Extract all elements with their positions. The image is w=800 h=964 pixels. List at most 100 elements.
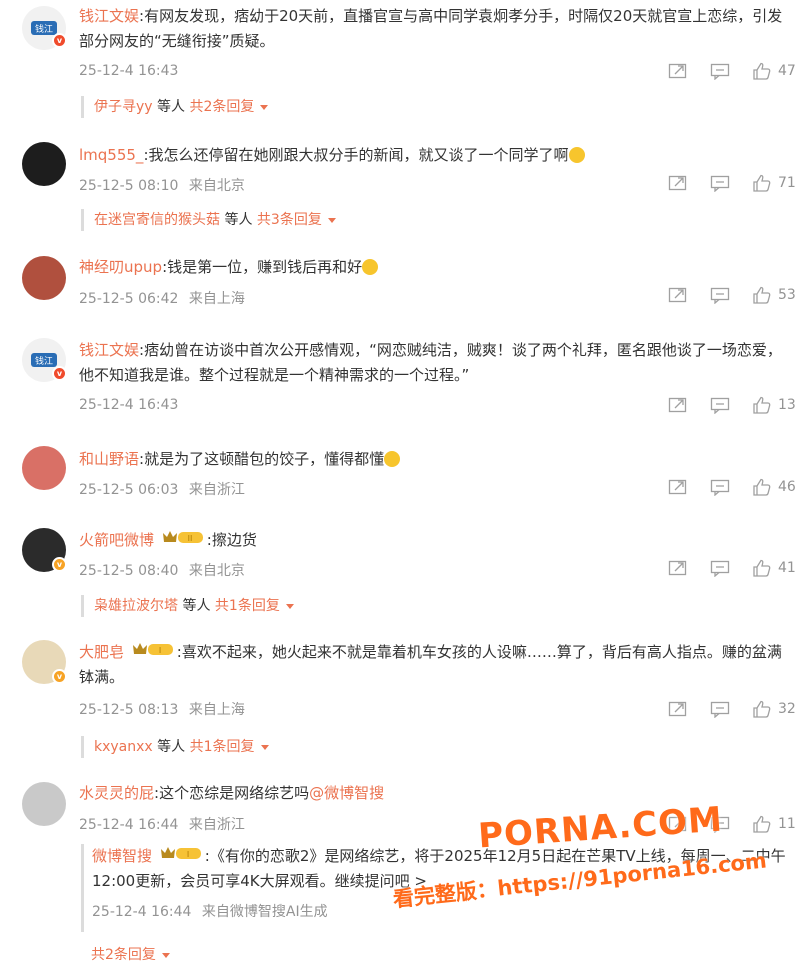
- like-count: 13: [778, 397, 796, 413]
- verified-badge-icon: v: [52, 669, 67, 684]
- like-icon: [752, 396, 772, 414]
- like-icon: [752, 286, 772, 304]
- comment-time: 25-12-4 16:43: [79, 397, 179, 413]
- username-link[interactable]: 水灵灵的屁: [79, 784, 154, 802]
- like-icon: [752, 478, 772, 496]
- like-button[interactable]: 47: [752, 60, 796, 82]
- like-icon: [752, 174, 772, 192]
- laughing-emoji-icon: [568, 146, 585, 163]
- comment-text: :这个恋综是网络综艺吗: [154, 784, 310, 802]
- reply-location: 来自微博智搜AI生成: [201, 904, 328, 920]
- crown-badge-icon: II: [161, 528, 205, 553]
- comment-time: 25-12-4 16:43: [79, 63, 179, 79]
- like-button[interactable]: 46: [752, 476, 796, 498]
- chevron-down-icon: [285, 603, 294, 609]
- svg-text:钱江: 钱江: [35, 355, 53, 367]
- comment-text: :痞幼曾在访谈中首次公开感情观，“网恋贼纯洁，贼爽！谈了两个礼拜，匿名跟他谈了一…: [79, 341, 782, 384]
- username-link[interactable]: 钱江文娱: [79, 341, 139, 359]
- comment-icon[interactable]: [710, 394, 730, 416]
- avatar[interactable]: [22, 256, 66, 300]
- chevron-down-icon: [161, 952, 170, 958]
- share-icon[interactable]: [668, 172, 688, 194]
- like-count: 32: [778, 701, 796, 717]
- avatar[interactable]: [22, 142, 66, 186]
- chevron-down-icon: [260, 104, 269, 110]
- crying-emoji-icon: [384, 450, 401, 467]
- comment-location: 来自浙江: [188, 482, 245, 498]
- like-count: 47: [778, 63, 796, 79]
- username-link[interactable]: 火箭吧微博: [79, 531, 154, 549]
- comment-time: 25-12-4 16:44: [79, 817, 179, 833]
- reply-summary[interactable]: 在迷宫寄信的猴头菇 等人 共3条回复: [81, 209, 336, 231]
- comment-location: 来自浙江: [188, 817, 245, 833]
- like-count: 41: [778, 560, 796, 576]
- like-count: 46: [778, 479, 796, 495]
- like-button[interactable]: 13: [752, 394, 796, 416]
- share-icon[interactable]: [668, 476, 688, 498]
- crown-badge-icon: I: [131, 640, 175, 665]
- comment-text: :我怎么还停留在她刚跟大叔分手的新闻，就又谈了一个同学了啊: [143, 146, 569, 164]
- reply-time: 25-12-4 16:44: [92, 904, 192, 920]
- more-replies-link[interactable]: 共2条回复: [81, 944, 170, 964]
- mention-link[interactable]: @微博智搜: [309, 784, 384, 802]
- like-button[interactable]: 53: [752, 284, 796, 306]
- comment-icon[interactable]: [710, 284, 730, 306]
- comment-icon[interactable]: [710, 476, 730, 498]
- reply-summary[interactable]: kxyanxx 等人 共1条回复: [81, 736, 269, 758]
- avatar[interactable]: [22, 782, 66, 826]
- crown-badge-icon: I: [159, 844, 203, 869]
- comment-location: 来自上海: [188, 702, 245, 718]
- comment-icon[interactable]: [710, 698, 730, 720]
- like-button[interactable]: 11: [752, 813, 796, 835]
- share-icon[interactable]: [668, 394, 688, 416]
- comment-icon[interactable]: [710, 172, 730, 194]
- comment-actions: 71: [668, 172, 798, 194]
- comment-time: 25-12-5 06:42: [79, 291, 179, 307]
- comment-text: :有网友发现，痞幼于20天前，直播官宣与高中同学袁炯孝分手，时隔仅20天就官宣上…: [79, 7, 783, 50]
- like-button[interactable]: 32: [752, 698, 796, 720]
- like-button[interactable]: 71: [752, 172, 796, 194]
- reply-summary[interactable]: 枭雄拉波尔塔 等人 共1条回复: [81, 595, 294, 617]
- comment-text: :钱是第一位，赚到钱后再和好: [162, 258, 363, 276]
- verified-badge-icon: v: [52, 557, 67, 572]
- like-icon: [752, 700, 772, 718]
- comment-location: 来自北京: [188, 563, 245, 579]
- like-button[interactable]: 41: [752, 557, 796, 579]
- comment-actions: 46: [668, 476, 798, 498]
- comment-time: 25-12-5 08:10: [79, 178, 179, 194]
- share-icon[interactable]: [668, 284, 688, 306]
- comment-time: 25-12-5 08:40: [79, 563, 179, 579]
- username-link[interactable]: 微博智搜: [92, 847, 152, 865]
- comment-actions: 32: [668, 698, 798, 720]
- verified-badge-icon: v: [52, 33, 67, 48]
- chevron-down-icon: [327, 217, 336, 223]
- comment-actions: 47: [668, 60, 798, 82]
- reply-summary[interactable]: 伊子寻yy 等人 共2条回复: [81, 96, 269, 118]
- comment-time: 25-12-5 06:03: [79, 482, 179, 498]
- like-icon: [752, 815, 772, 833]
- svg-text:I: I: [187, 850, 189, 859]
- comment-text: :擦边货: [206, 531, 257, 549]
- comment-icon[interactable]: [710, 60, 730, 82]
- comment-actions: 13: [668, 394, 798, 416]
- comment-icon[interactable]: [710, 557, 730, 579]
- like-icon: [752, 559, 772, 577]
- svg-text:I: I: [159, 646, 161, 655]
- like-icon: [752, 62, 772, 80]
- like-count: 53: [778, 287, 796, 303]
- like-count: 11: [778, 816, 796, 832]
- username-link[interactable]: 钱江文娱: [79, 7, 139, 25]
- share-icon[interactable]: [668, 698, 688, 720]
- share-icon[interactable]: [668, 557, 688, 579]
- surprised-emoji-icon: [362, 258, 379, 275]
- username-link[interactable]: 大肥皂: [79, 643, 124, 661]
- verified-badge-icon: v: [52, 366, 67, 381]
- share-icon[interactable]: [668, 60, 688, 82]
- comment-text: :就是为了这顿醋包的饺子，懂得都懂: [139, 450, 385, 468]
- username-link[interactable]: lmq555_: [79, 146, 143, 164]
- username-link[interactable]: 和山野语: [79, 450, 139, 468]
- svg-text:钱江: 钱江: [35, 23, 53, 35]
- comment-actions: 53: [668, 284, 798, 306]
- username-link[interactable]: 神经叨upup: [79, 258, 162, 276]
- avatar[interactable]: [22, 446, 66, 490]
